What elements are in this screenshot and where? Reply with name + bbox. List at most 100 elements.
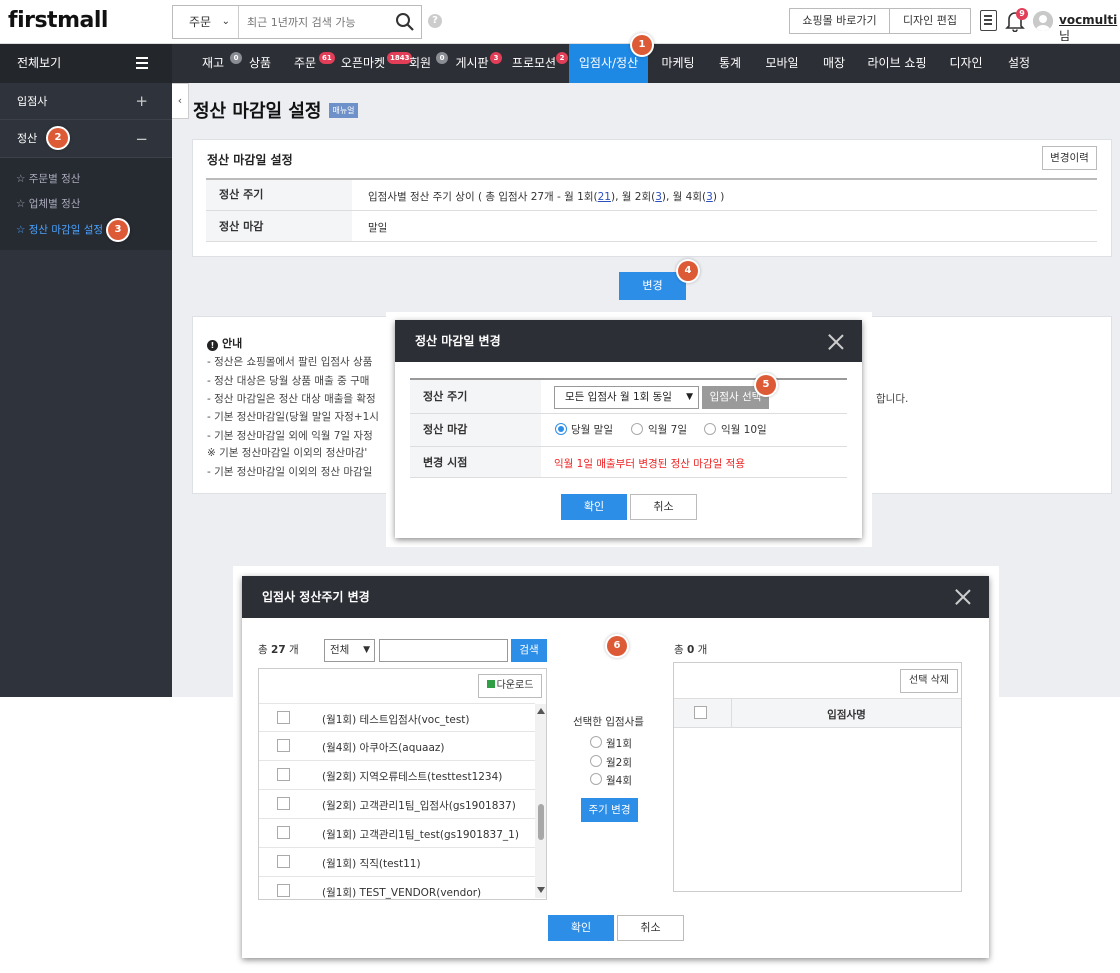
settlement-cycle-select[interactable]: 모든 입점사 월 1회 동일 ▼	[554, 386, 699, 409]
list-item[interactable]: (월2회) 고객관리1팀_입점사(gs1901837)	[259, 790, 535, 819]
row-checkbox[interactable]	[277, 739, 290, 752]
list-item[interactable]: (월1회) TEST_VENDOR(vendor)	[259, 877, 535, 899]
radio-cycle-4[interactable]	[590, 773, 602, 785]
info-icon: !	[207, 340, 218, 351]
radio-month-end[interactable]	[555, 423, 567, 435]
firstmall-logo[interactable]: firstmall	[8, 8, 108, 33]
cancel-button[interactable]: 취소	[617, 915, 684, 941]
search-input[interactable]	[247, 6, 387, 38]
vendor-search-button[interactable]: 검색	[511, 639, 547, 662]
sidebar-item-vendor-settlement[interactable]: ☆ 업체별 정산	[16, 196, 80, 211]
radio-next-month-10[interactable]	[704, 423, 716, 435]
cycle-change-button[interactable]: 주기 변경	[581, 798, 638, 822]
row-checkbox[interactable]	[277, 855, 290, 868]
confirm-button[interactable]: 확인	[561, 494, 627, 520]
confirm-button[interactable]: 확인	[548, 915, 614, 941]
nav-item-openmarket[interactable]: 오픈마켓 1843	[338, 44, 413, 83]
nav-item-board[interactable]: 게시판 3	[453, 44, 502, 83]
download-button[interactable]: 다운로드	[478, 674, 542, 698]
monthly-4-link[interactable]: 3	[706, 191, 713, 203]
scroll-down-arrow-icon[interactable]	[537, 887, 545, 893]
count-unit: 개	[288, 644, 299, 656]
nav-item-live-shopping[interactable]: 라이브 쇼핑	[864, 44, 930, 83]
row-checkbox[interactable]	[277, 826, 290, 839]
sidebar-item-closing-date[interactable]: ☆ 정산 마감일 설정	[16, 222, 103, 237]
collapse-minus-icon[interactable]: −	[135, 120, 148, 158]
close-icon[interactable]	[955, 589, 971, 605]
list-item[interactable]: (월1회) 고객관리1팀_test(gs1901837_1)	[259, 819, 535, 848]
chevron-down-icon: ▼	[686, 392, 693, 402]
nav-item-mobile[interactable]: 모바일	[762, 44, 802, 83]
row-checkbox[interactable]	[277, 711, 290, 724]
radio-cycle-2[interactable]	[590, 755, 602, 767]
sidebar-section-settlement[interactable]: 정산 −	[0, 120, 172, 158]
row-checkbox[interactable]	[277, 797, 290, 810]
hamburger-menu-icon[interactable]	[136, 57, 148, 69]
list-item[interactable]: (월2회) 지역오류테스트(testtest1234)	[259, 761, 535, 790]
radio-label[interactable]: 월1회	[606, 736, 632, 751]
modal-title: 입점사 정산주기 변경	[242, 576, 989, 618]
list-item[interactable]: (월4회) 아쿠아즈(aquaaz)	[259, 732, 535, 761]
nav-item-orders[interactable]: 주문 61	[289, 44, 335, 83]
list-item[interactable]: (월1회) 직직(test11)	[259, 848, 535, 877]
radio-label[interactable]: 월2회	[606, 755, 632, 770]
manual-badge[interactable]: 매뉴얼	[329, 103, 358, 118]
radio-label[interactable]: 익월 7일	[648, 422, 687, 437]
star-icon[interactable]: ☆	[16, 224, 25, 236]
sidebar-item-order-settlement[interactable]: ☆ 주문별 정산	[16, 171, 80, 186]
search-category-select[interactable]: 주문 ⌄	[173, 6, 239, 38]
user-menu[interactable]: vocmulti 님	[1059, 13, 1120, 44]
help-icon[interactable]: ?	[428, 14, 442, 28]
nav-item-members[interactable]: 회원 0	[406, 44, 448, 83]
star-icon[interactable]: ☆	[16, 173, 25, 185]
nav-item-products[interactable]: 상품	[244, 44, 276, 83]
nav-item-store[interactable]: 매장	[818, 44, 850, 83]
table-row: 정산 마감 말일	[206, 210, 1097, 242]
nav-item-design[interactable]: 디자인	[944, 44, 988, 83]
row-checkbox[interactable]	[277, 884, 290, 897]
radio-label[interactable]: 월4회	[606, 773, 632, 788]
select-all-checkbox[interactable]	[694, 706, 707, 719]
selected-vendor-table: 선택 삭제 입점사명	[673, 662, 962, 892]
sidebar-section-vendor[interactable]: 입점사 +	[0, 83, 172, 120]
cancel-button[interactable]: 취소	[630, 494, 697, 520]
notice-line: ※ 기본 정산마감일 이외의 정산마감'	[207, 447, 368, 459]
change-button[interactable]: 변경	[619, 272, 686, 300]
nav-item-settings[interactable]: 설정	[1002, 44, 1036, 83]
shop-shortcut-button[interactable]: 쇼핑몰 바로가기	[789, 8, 890, 34]
vendor-name: (월4회) 아쿠아즈(aquaaz)	[322, 742, 445, 754]
value-text: 입점사별 정산 주기 상이 ( 총 입점사 27개 - 월 1회(	[368, 191, 598, 203]
close-icon[interactable]	[828, 334, 844, 350]
apply-timing-text: 익월 1일 매출부터 변경된 정산 마감일 적용	[554, 458, 745, 470]
delete-selected-button[interactable]: 선택 삭제	[900, 669, 958, 693]
vendor-name: (월1회) 테스트입점사(voc_test)	[322, 714, 470, 726]
selected-total-count: 총 0 개	[674, 642, 707, 657]
search-icon[interactable]	[395, 12, 415, 32]
nav-item-promotion[interactable]: 프로모션 2	[510, 44, 568, 83]
vendor-filter-select[interactable]: 전체 ▼	[324, 639, 375, 662]
nav-item-inventory[interactable]: 재고 0	[197, 44, 242, 83]
row-checkbox[interactable]	[277, 768, 290, 781]
list-item[interactable]: (월1회) 테스트입점사(voc_test)	[259, 703, 535, 732]
radio-cycle-1[interactable]	[590, 736, 602, 748]
monthly-1-link[interactable]: 21	[598, 191, 611, 203]
expand-plus-icon[interactable]: +	[135, 83, 148, 120]
radio-next-month-7[interactable]	[631, 423, 643, 435]
notice-line: - 정산 대상은 당월 상품 매출 중 구매	[207, 375, 370, 387]
scrollbar-thumb[interactable]	[538, 804, 544, 840]
document-icon[interactable]	[980, 10, 997, 31]
vendor-search-input[interactable]	[379, 639, 508, 662]
row-label: 정산 마감	[410, 414, 541, 446]
radio-label[interactable]: 익월 10일	[721, 422, 767, 437]
scroll-up-arrow-icon[interactable]	[537, 708, 545, 714]
sidebar-collapse-chevron-icon[interactable]: ‹	[172, 83, 189, 119]
nav-item-stats[interactable]: 통계	[714, 44, 746, 83]
list-scrollbar[interactable]	[535, 704, 546, 898]
nav-item-marketing[interactable]: 마케팅	[658, 44, 698, 83]
radio-label[interactable]: 당월 말일	[571, 422, 613, 437]
user-avatar-icon[interactable]	[1033, 11, 1053, 31]
star-icon[interactable]: ☆	[16, 198, 25, 210]
change-history-button[interactable]: 변경이력	[1042, 146, 1097, 170]
design-edit-button[interactable]: 디자인 편집	[889, 8, 971, 34]
monthly-2-link[interactable]: 3	[655, 191, 662, 203]
